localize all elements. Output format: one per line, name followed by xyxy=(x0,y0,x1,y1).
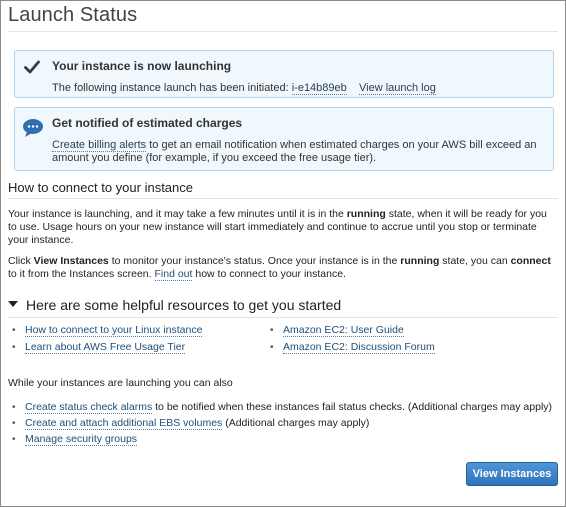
p2-text-a: Click xyxy=(8,255,31,267)
status-check-alarms-link[interactable]: Create status check alarms xyxy=(25,401,153,414)
linux-connect-link[interactable]: How to connect to your Linux instance xyxy=(25,324,203,337)
list-item: Learn about AWS Free Usage Tier xyxy=(11,341,202,358)
view-launch-log-link[interactable]: View launch log xyxy=(359,82,436,95)
chat-bubble-icon xyxy=(23,119,43,137)
list-item: Manage security groups xyxy=(11,433,552,449)
p1-running: running xyxy=(346,208,386,220)
connect-heading: How to connect to your instance xyxy=(8,180,193,195)
p2-text-g: to it from the Instances screen. xyxy=(8,268,152,280)
launch-notice-heading: Your instance is now launching xyxy=(52,59,232,73)
ebs-volumes-link[interactable]: Create and attach additional EBS volumes xyxy=(25,417,223,430)
also-item-text: to be notified when these instances fail… xyxy=(155,401,553,413)
also-intro: While your instances are launching you c… xyxy=(8,377,233,389)
list-item: Create and attach additional EBS volumes… xyxy=(11,417,552,433)
launch-notice-prefix: The following instance launch has been i… xyxy=(52,82,289,94)
collapse-triangle-icon[interactable] xyxy=(8,301,18,308)
connect-paragraph-2: Click View Instances to monitor your ins… xyxy=(8,255,556,281)
discussion-forum-link[interactable]: Amazon EC2: Discussion Forum xyxy=(283,341,435,354)
connect-divider xyxy=(8,198,558,199)
security-groups-link[interactable]: Manage security groups xyxy=(25,433,138,446)
launch-notice-text: The following instance launch has been i… xyxy=(52,82,436,95)
also-item-text: (Additional charges may apply) xyxy=(225,417,370,429)
user-guide-link[interactable]: Amazon EC2: User Guide xyxy=(283,324,404,337)
page-title: Launch Status xyxy=(8,4,138,26)
list-item: Create status check alarms to be notifie… xyxy=(11,401,552,417)
view-instances-button[interactable]: View Instances xyxy=(466,462,558,486)
launch-status-page: Launch Status Your instance is now launc… xyxy=(0,0,566,507)
billing-notice-line1: Create billing alerts to get an email no… xyxy=(52,139,537,152)
instance-id-link[interactable]: i-e14b89eb xyxy=(291,82,347,95)
resources-left-list: How to connect to your Linux instance Le… xyxy=(11,324,203,358)
list-item: Amazon EC2: Discussion Forum xyxy=(269,341,435,358)
list-item: How to connect to your Linux instance xyxy=(11,324,203,341)
billing-notice-heading: Get notified of estimated charges xyxy=(52,116,243,130)
billing-text-line2: amount you define (for example, if you e… xyxy=(52,152,377,164)
connect-paragraph-1: Your instance is launching, and it may t… xyxy=(8,208,556,247)
resources-divider xyxy=(8,317,558,318)
create-billing-alerts-link[interactable]: Create billing alerts xyxy=(52,139,147,152)
p1-text-a: Your instance is launching, and it may t… xyxy=(8,208,344,220)
also-list: Create status check alarms to be notifie… xyxy=(11,401,552,449)
p2-running: running xyxy=(400,255,440,267)
title-divider xyxy=(8,31,558,32)
find-out-link[interactable]: Find out xyxy=(154,268,193,281)
resources-heading[interactable]: Here are some helpful resources to get y… xyxy=(8,297,341,313)
billing-text-line1: to get an email notification when estima… xyxy=(149,139,537,151)
resources-heading-label: Here are some helpful resources to get y… xyxy=(26,297,342,313)
p2-view-instances: View Instances xyxy=(33,255,109,267)
p2-text-h: how to connect to your instance. xyxy=(195,268,346,280)
check-icon xyxy=(24,60,40,74)
launch-notice-box: Your instance is now launching The follo… xyxy=(14,50,554,98)
p2-connect: connect xyxy=(510,255,551,267)
p2-text-c: to monitor your instance's status. Once … xyxy=(111,255,398,267)
p2-text-e: state, you can xyxy=(442,255,508,267)
billing-notice-box: Get notified of estimated charges Create… xyxy=(14,107,554,171)
list-item: Amazon EC2: User Guide xyxy=(269,324,435,341)
free-tier-link[interactable]: Learn about AWS Free Usage Tier xyxy=(25,341,186,354)
resources-right-list: Amazon EC2: User Guide Amazon EC2: Discu… xyxy=(269,324,435,358)
